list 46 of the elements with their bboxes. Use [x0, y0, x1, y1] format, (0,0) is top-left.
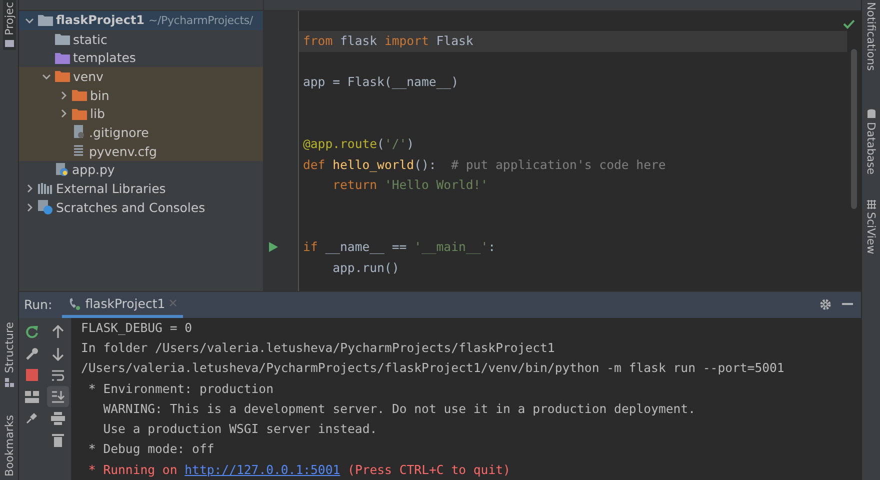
tree-item[interactable]: templates — [19, 48, 263, 68]
console-line: /Users/valeria.letusheva/PycharmProjects/flaskProject1/venv/bin/python -m flask run --port=5001 — [81, 360, 786, 378]
item-label: bin — [90, 88, 110, 103]
panel-title: Run: — [24, 297, 52, 312]
code-line: app = Flask(__name__) — [303, 75, 458, 90]
code-line: def hello_world(): # put application's code here — [303, 158, 666, 172]
item-label: lib — [90, 106, 105, 122]
tree-item[interactable]: lib — [19, 104, 263, 124]
code-line: @app.route('/') — [303, 137, 414, 152]
tool-window-tab[interactable]: Database — [864, 108, 878, 174]
item-label: templates — [73, 50, 136, 66]
path-hint: ~/PycharmProjects/ — [148, 14, 253, 27]
console-line: WARNING: This is a development server. Do not use it in a production deployment. — [102, 400, 696, 418]
tree-item[interactable]: Scratches and Consoles — [19, 198, 263, 217]
item-label: venv — [73, 68, 104, 84]
console-line: * Running on http://127.0.0.1:5001 (Press CTRL+C to quit) — [87, 462, 512, 479]
tool-window-tab[interactable]: Bookmarks — [2, 412, 16, 478]
code-line: from flask import Flask — [303, 34, 474, 48]
console-line: Use a production WSGI server instead. — [102, 421, 378, 438]
tree-item[interactable]: venv — [19, 67, 263, 86]
item-label: Scratches and Consoles — [56, 200, 206, 215]
tool-window-tab[interactable]: Structure — [2, 320, 16, 388]
tree-item[interactable]: bin — [19, 86, 263, 104]
item-label: External Libraries — [56, 181, 166, 196]
item-label: app.py — [72, 162, 115, 178]
console-line: * Environment: production — [87, 380, 274, 398]
tree-item[interactable]: pyvenv.cfg — [19, 142, 263, 160]
tree-item[interactable]: .gitignore — [19, 123, 263, 142]
tree-item[interactable]: External Libraries — [19, 179, 263, 198]
tool-window-tab[interactable]: SciView — [864, 200, 878, 255]
item-label: flaskProject1 — [56, 13, 145, 28]
tree-item[interactable]: app.py — [19, 160, 263, 180]
tool-window-tab[interactable]: Projec — [2, 0, 16, 50]
item-label: .gitignore — [89, 124, 149, 140]
code-line: return 'Hello World!' — [332, 178, 488, 192]
item-label: static — [73, 32, 108, 47]
tree-item[interactable]: static — [19, 30, 263, 48]
tree-item[interactable]: flaskProject1 ~/PycharmProjects/ — [19, 11, 263, 30]
item-label: pyvenv.cfg — [89, 144, 157, 159]
code-line: app.run() — [332, 260, 400, 275]
console-line: * Debug mode: off — [87, 441, 216, 458]
console-line: In folder /Users/valeria.letusheva/PycharmProjects/flaskProject1 — [81, 340, 556, 357]
tool-window-tab[interactable]: Notifications — [864, 2, 878, 71]
code-line: if __name__ == '__main__': — [303, 240, 496, 254]
url-link[interactable]: http://127.0.0.1:5001 — [184, 462, 340, 477]
console-line: FLASK_DEBUG = 0 — [81, 320, 194, 337]
